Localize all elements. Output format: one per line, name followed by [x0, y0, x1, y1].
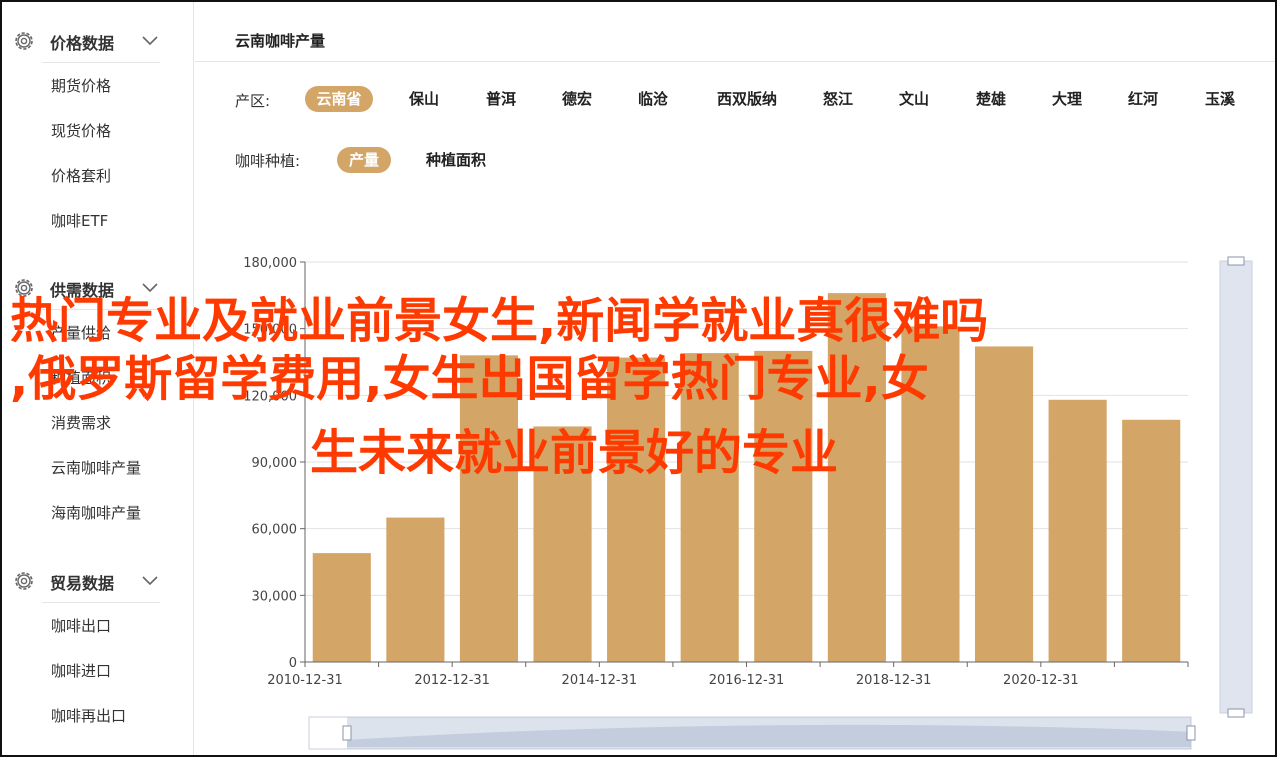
bar-2013-12-31 — [533, 426, 592, 662]
slider-handle-bottom[interactable] — [1227, 708, 1245, 718]
slider-handle-top[interactable] — [1227, 256, 1245, 266]
x-tick-label: 2016-12-31 — [709, 673, 785, 688]
y-tick-label: 120,000 — [243, 389, 297, 404]
bar-2016-12-31 — [754, 350, 813, 662]
vertical-zoom-slider[interactable] — [1219, 260, 1253, 714]
y-tick-label: 90,000 — [252, 456, 298, 471]
x-tick-label: 2010-12-31 — [267, 673, 343, 688]
bar-2014-12-31 — [607, 357, 666, 662]
x-tick-label: 2020-12-31 — [1003, 673, 1079, 688]
data-zoom-handle-left[interactable] — [342, 725, 352, 741]
bar-2021-12-31 — [1122, 419, 1181, 662]
x-tick-label: 2014-12-31 — [562, 673, 638, 688]
bar-2017-12-31 — [827, 293, 886, 662]
bar-2012-12-31 — [459, 355, 519, 662]
data-zoom-window[interactable] — [347, 717, 1191, 749]
y-tick-label: 60,000 — [252, 523, 298, 538]
x-tick-label: 2018-12-31 — [856, 673, 932, 688]
bar-2011-12-31 — [386, 517, 445, 662]
data-zoom-handle-right[interactable] — [1186, 725, 1196, 741]
x-tick-label: 2012-12-31 — [414, 673, 490, 688]
bar-2019-12-31 — [974, 346, 1034, 662]
bar-2010-12-31 — [312, 553, 371, 662]
y-tick-label: 0 — [289, 656, 297, 671]
bar-2020-12-31 — [1048, 399, 1107, 662]
production-bar-chart: 0 30,000 60,000 90,000 120,000 150,000 180,000… — [243, 256, 1253, 750]
y-tick-label: 150,000 — [243, 323, 297, 338]
bar-2015-12-31 — [680, 353, 739, 662]
app-frame: 价格数据 期货价格 现货价格 价格套利 咖啡ETF 供需数据 产量供给 种植面积… — [0, 0, 1277, 757]
y-tick-label: 180,000 — [243, 256, 297, 271]
y-tick-label: 30,000 — [252, 589, 298, 604]
bar-2018-12-31 — [901, 326, 960, 662]
